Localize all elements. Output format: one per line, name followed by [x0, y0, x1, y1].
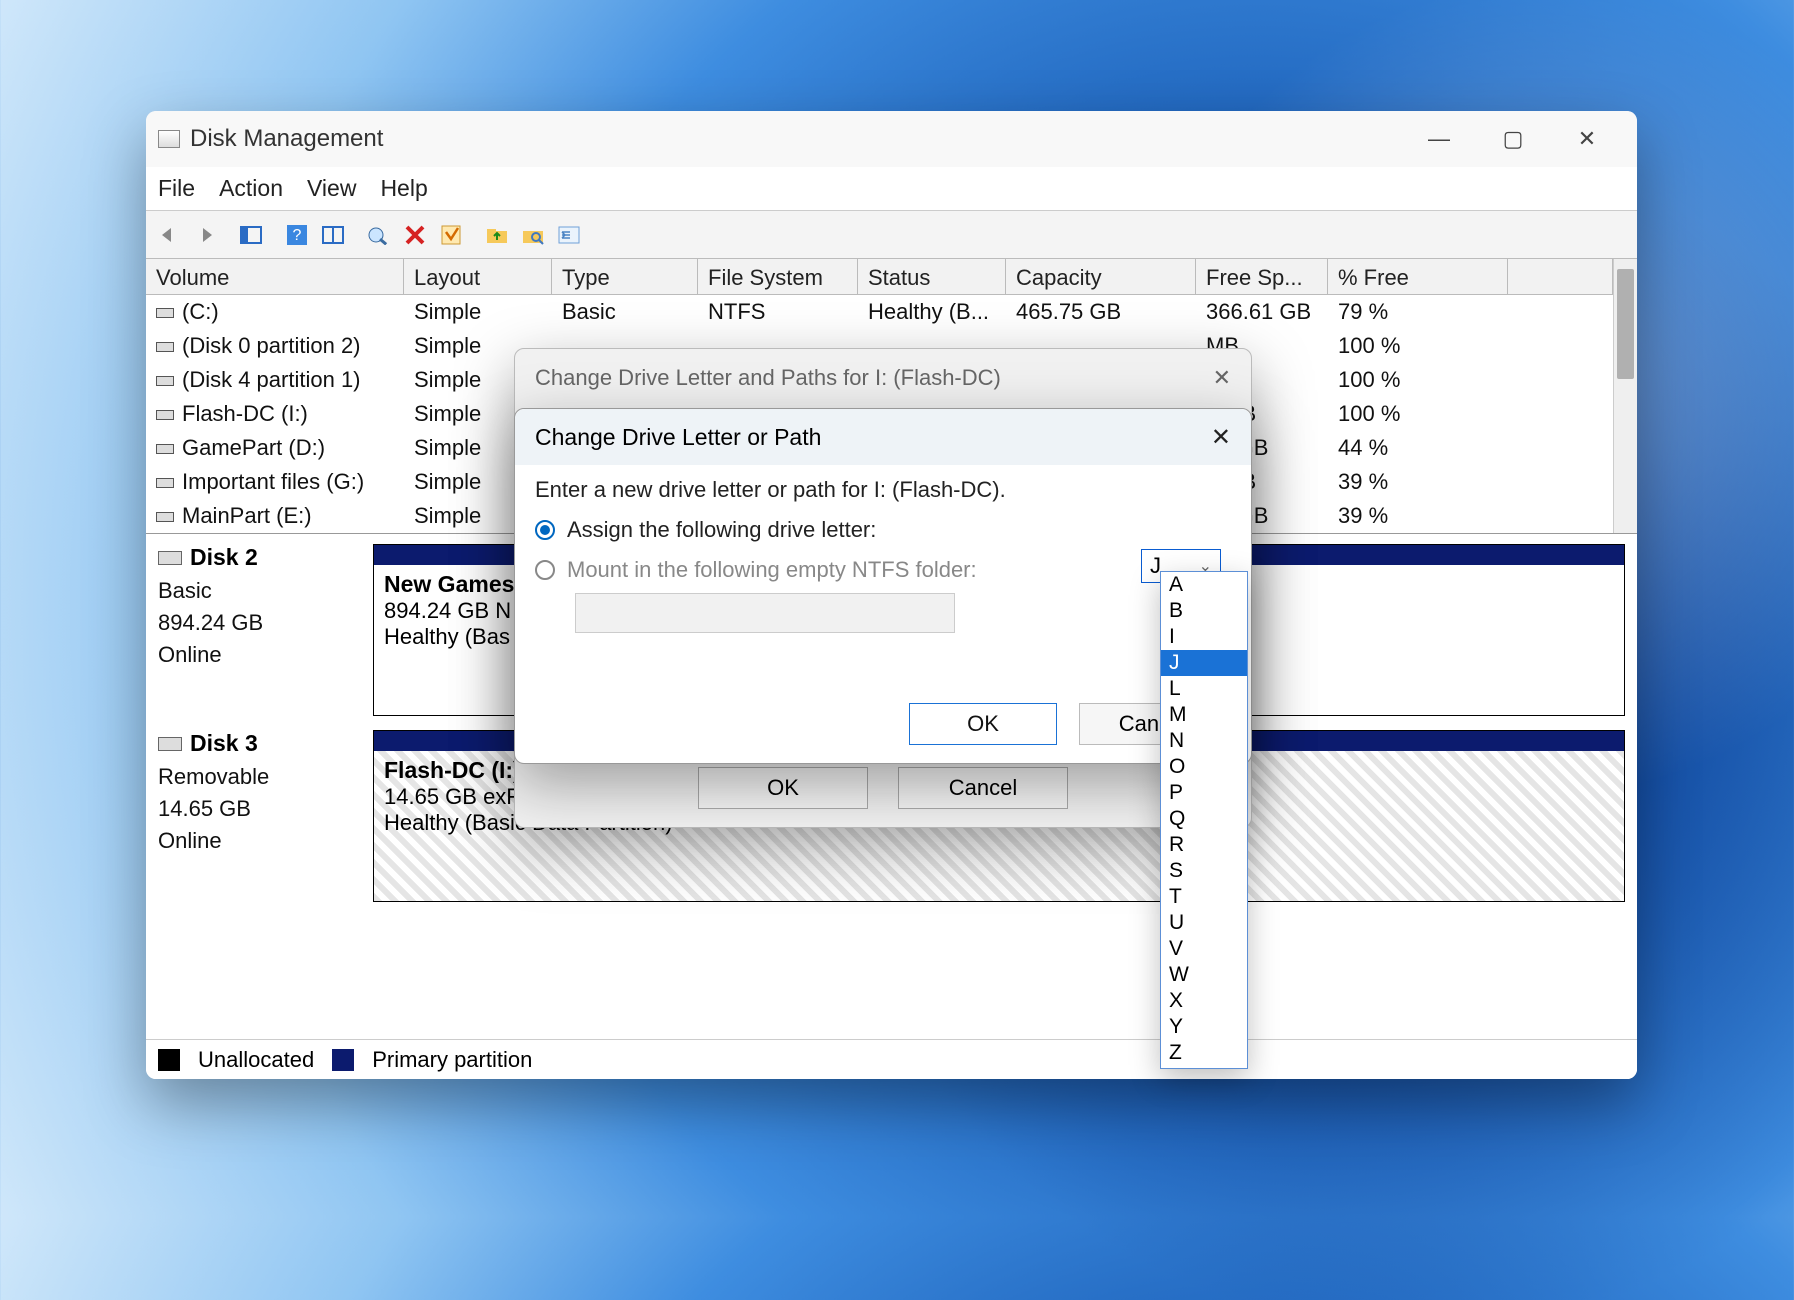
scrollbar-thumb[interactable] [1617, 269, 1634, 379]
back-icon[interactable] [152, 218, 186, 252]
menubar: File Action View Help [146, 167, 1637, 211]
app-icon [158, 130, 180, 148]
folder-up-icon[interactable] [480, 218, 514, 252]
legend: Unallocated Primary partition [146, 1039, 1637, 1079]
col-capacity[interactable]: Capacity [1006, 259, 1196, 294]
folder-search-icon[interactable] [516, 218, 550, 252]
dropdown-option[interactable]: S [1161, 858, 1247, 884]
show-hide-console-icon[interactable] [234, 218, 268, 252]
dropdown-option[interactable]: Q [1161, 806, 1247, 832]
table-row[interactable]: (C:)SimpleBasicNTFSHealthy (B...465.75 G… [146, 295, 1613, 329]
legend-unallocated: Unallocated [198, 1047, 314, 1073]
dropdown-option[interactable]: Y [1161, 1014, 1247, 1040]
dropdown-option[interactable]: Z [1161, 1040, 1247, 1066]
disk-status: Online [158, 825, 363, 857]
dropdown-option[interactable]: R [1161, 832, 1247, 858]
volume-list-scrollbar[interactable] [1613, 259, 1637, 533]
drive-icon [156, 478, 174, 488]
col-filesystem[interactable]: File System [698, 259, 858, 294]
titlebar[interactable]: Disk Management — ▢ ✕ [146, 111, 1637, 167]
disk-type: Removable [158, 761, 363, 793]
column-headers: Volume Layout Type File System Status Ca… [146, 259, 1613, 295]
dropdown-option[interactable]: N [1161, 728, 1247, 754]
dropdown-option[interactable]: M [1161, 702, 1247, 728]
drive-icon [156, 410, 174, 420]
legend-swatch-unallocated [158, 1049, 180, 1071]
disk-size: 14.65 GB [158, 793, 363, 825]
cancel-button[interactable]: Cancel [898, 767, 1068, 809]
properties-icon[interactable] [434, 218, 468, 252]
dropdown-option[interactable]: B [1161, 598, 1247, 624]
col-freespace[interactable]: Free Sp... [1196, 259, 1328, 294]
ok-button[interactable]: OK [909, 703, 1057, 745]
legend-swatch-primary [332, 1049, 354, 1071]
dialog-title: Change Drive Letter and Paths for I: (Fl… [535, 365, 1001, 391]
minimize-button[interactable]: — [1417, 117, 1461, 161]
dropdown-option[interactable]: J [1161, 650, 1247, 676]
radio-assign-label: Assign the following drive letter: [567, 517, 876, 543]
col-pctfree[interactable]: % Free [1328, 259, 1508, 294]
close-button[interactable]: ✕ [1565, 117, 1609, 161]
col-status[interactable]: Status [858, 259, 1006, 294]
drive-icon [156, 512, 174, 522]
menu-action[interactable]: Action [219, 175, 283, 202]
menu-file[interactable]: File [158, 175, 195, 202]
legend-primary: Primary partition [372, 1047, 532, 1073]
mount-folder-input [575, 593, 955, 633]
col-layout[interactable]: Layout [404, 259, 552, 294]
disk-icon [158, 737, 182, 751]
close-icon[interactable]: ✕ [1211, 423, 1231, 452]
dropdown-option[interactable]: A [1161, 572, 1247, 598]
menu-view[interactable]: View [307, 175, 356, 202]
dropdown-option[interactable]: I [1161, 624, 1247, 650]
disk-name: Disk 3 [190, 730, 258, 757]
radio-mount-label: Mount in the following empty NTFS folder… [567, 557, 977, 583]
col-spacer [1508, 259, 1613, 294]
refresh-panes-icon[interactable] [316, 218, 350, 252]
disk-size: 894.24 GB [158, 607, 363, 639]
toolbar: ? [146, 211, 1637, 259]
drive-icon [156, 444, 174, 454]
drive-letter-dropdown[interactable]: ABIJLMNOPQRSTUVWXYZ [1160, 571, 1248, 1069]
forward-icon[interactable] [188, 218, 222, 252]
dialog-title: Change Drive Letter or Path [535, 424, 821, 451]
dropdown-option[interactable]: P [1161, 780, 1247, 806]
disk-icon [158, 551, 182, 565]
change-letter-dialog: Change Drive Letter or Path ✕ Enter a ne… [514, 408, 1252, 764]
dropdown-option[interactable]: V [1161, 936, 1247, 962]
drive-icon [156, 376, 174, 386]
col-volume[interactable]: Volume [146, 259, 404, 294]
drive-icon [156, 342, 174, 352]
dropdown-option[interactable]: U [1161, 910, 1247, 936]
dropdown-option[interactable]: X [1161, 988, 1247, 1014]
help-icon[interactable]: ? [280, 218, 314, 252]
maximize-button[interactable]: ▢ [1491, 117, 1535, 161]
disk-name: Disk 2 [190, 544, 258, 571]
rescan-disks-icon[interactable] [362, 218, 396, 252]
menu-help[interactable]: Help [380, 175, 427, 202]
dropdown-option[interactable]: T [1161, 884, 1247, 910]
col-type[interactable]: Type [552, 259, 698, 294]
close-icon[interactable]: ✕ [1213, 365, 1231, 391]
radio-assign-letter[interactable] [535, 520, 555, 540]
ok-button[interactable]: OK [698, 767, 868, 809]
dropdown-option[interactable]: W [1161, 962, 1247, 988]
disk-status: Online [158, 639, 363, 671]
dialog-prompt: Enter a new drive letter or path for I: … [535, 477, 1231, 503]
radio-mount-folder[interactable] [535, 560, 555, 580]
dropdown-option[interactable]: O [1161, 754, 1247, 780]
drive-icon [156, 308, 174, 318]
delete-icon[interactable] [398, 218, 432, 252]
window-title: Disk Management [190, 125, 383, 153]
svg-text:?: ? [293, 227, 302, 244]
display-options-icon[interactable] [552, 218, 586, 252]
dropdown-option[interactable]: L [1161, 676, 1247, 702]
disk-type: Basic [158, 575, 363, 607]
